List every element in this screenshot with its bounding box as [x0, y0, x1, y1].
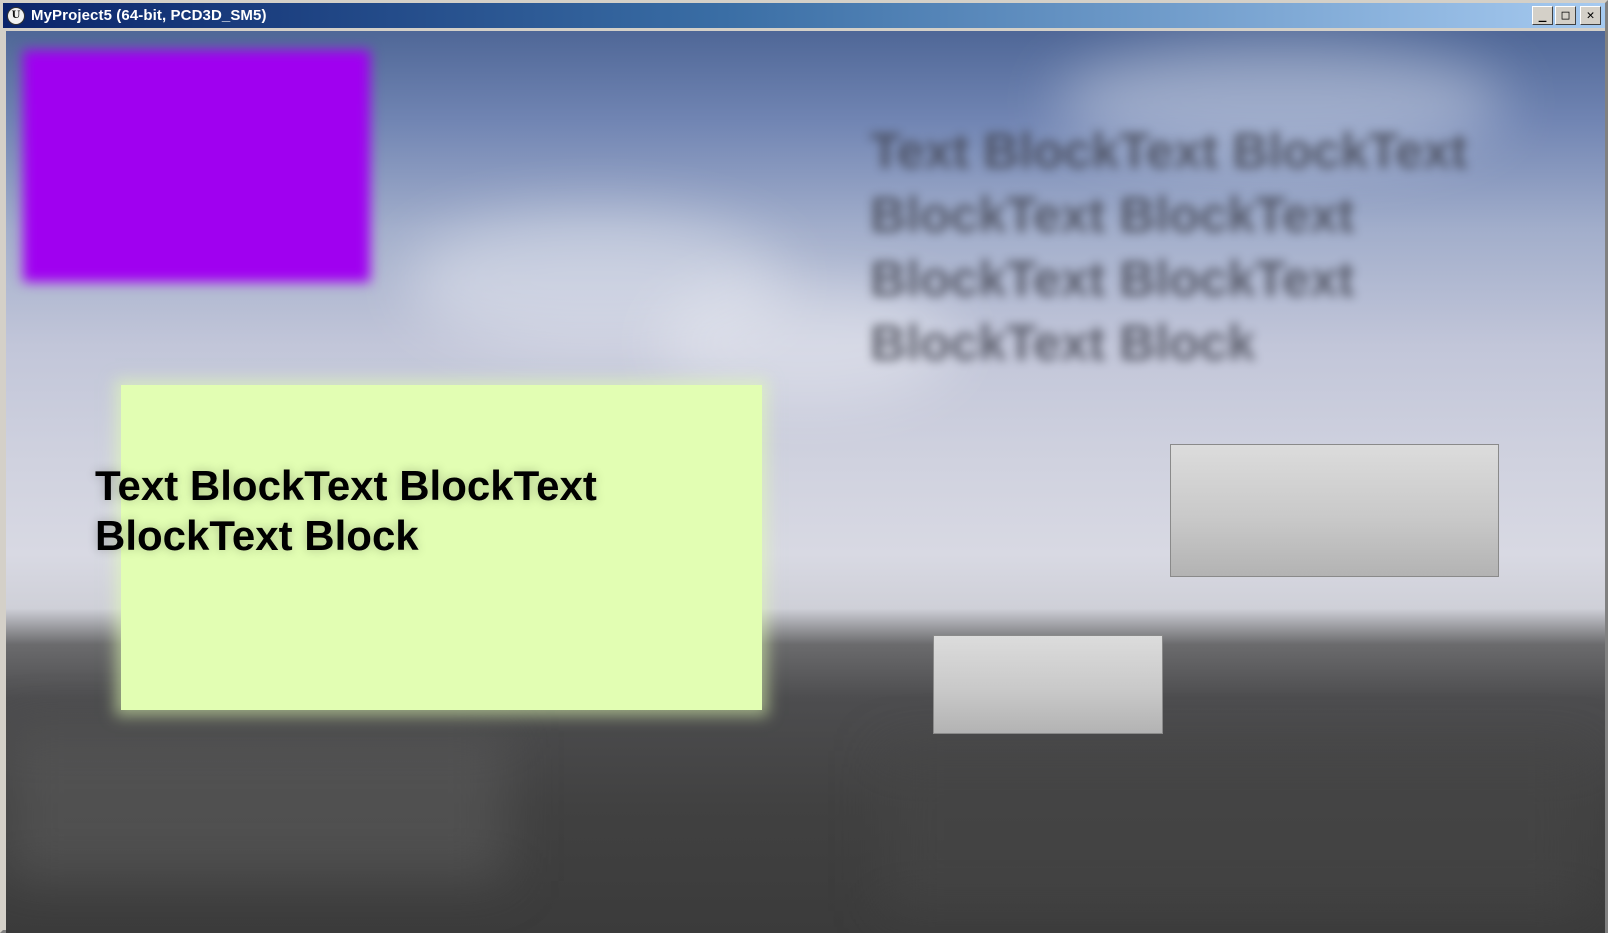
ground-shadow	[6, 731, 506, 881]
window-controls: _ □ ✕	[1532, 6, 1601, 25]
title-bar[interactable]: U MyProject5 (64-bit, PCD3D_SM5) _ □ ✕	[3, 3, 1605, 28]
game-viewport[interactable]: Text BlockText BlockText BlockText Block…	[6, 31, 1605, 933]
maximize-button[interactable]: □	[1555, 6, 1576, 25]
close-button[interactable]: ✕	[1580, 6, 1601, 25]
ground-shadow	[886, 751, 1586, 911]
purple-image-widget	[23, 50, 370, 282]
window-title: MyProject5 (64-bit, PCD3D_SM5)	[31, 7, 267, 24]
panel-text-block: Text BlockText BlockText BlockText Block	[95, 462, 597, 559]
game-window: U MyProject5 (64-bit, PCD3D_SM5) _ □ ✕ T…	[0, 0, 1608, 933]
large-button[interactable]	[1170, 444, 1499, 577]
unreal-logo-icon[interactable]: U	[7, 6, 25, 25]
blurred-text-block: Text BlockText BlockText BlockText Block…	[870, 123, 1468, 371]
small-button[interactable]	[933, 635, 1163, 734]
minimize-button[interactable]: _	[1532, 6, 1553, 25]
